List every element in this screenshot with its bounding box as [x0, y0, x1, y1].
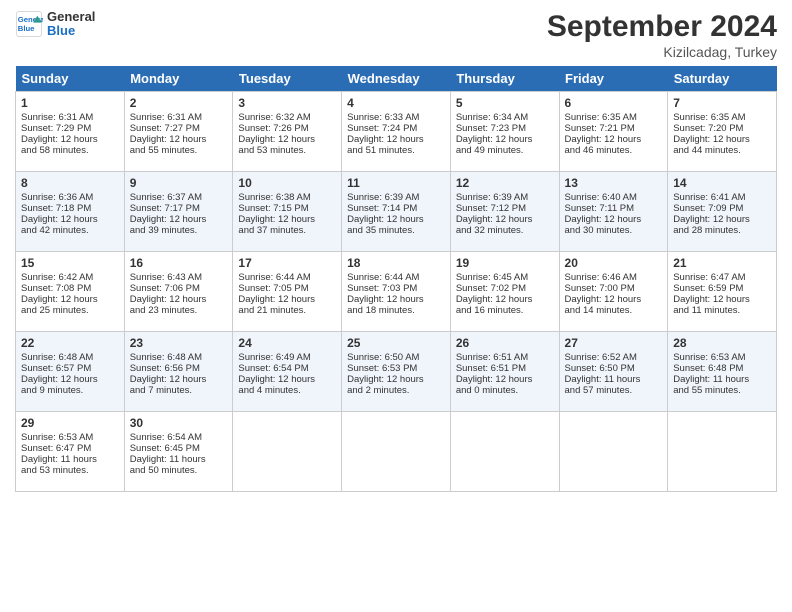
col-wednesday: Wednesday: [342, 66, 451, 92]
calendar-day-27: 27Sunrise: 6:52 AMSunset: 6:50 PMDayligh…: [559, 332, 668, 412]
month-title: September 2024: [547, 10, 777, 44]
calendar-day-empty: [559, 412, 668, 492]
location: Kizilcadag, Turkey: [547, 44, 777, 60]
calendar-day-17: 17Sunrise: 6:44 AMSunset: 7:05 PMDayligh…: [233, 252, 342, 332]
calendar-day-12: 12Sunrise: 6:39 AMSunset: 7:12 PMDayligh…: [450, 172, 559, 252]
calendar-day-5: 5Sunrise: 6:34 AMSunset: 7:23 PMDaylight…: [450, 92, 559, 172]
calendar-day-7: 7Sunrise: 6:35 AMSunset: 7:20 PMDaylight…: [668, 92, 777, 172]
calendar-day-9: 9Sunrise: 6:37 AMSunset: 7:17 PMDaylight…: [124, 172, 233, 252]
calendar-day-29: 29Sunrise: 6:53 AMSunset: 6:47 PMDayligh…: [16, 412, 125, 492]
col-thursday: Thursday: [450, 66, 559, 92]
calendar-day-10: 10Sunrise: 6:38 AMSunset: 7:15 PMDayligh…: [233, 172, 342, 252]
calendar-day-empty: [450, 412, 559, 492]
calendar-day-30: 30Sunrise: 6:54 AMSunset: 6:45 PMDayligh…: [124, 412, 233, 492]
calendar-day-16: 16Sunrise: 6:43 AMSunset: 7:06 PMDayligh…: [124, 252, 233, 332]
title-block: September 2024 Kizilcadag, Turkey: [547, 10, 777, 60]
calendar-table: Sunday Monday Tuesday Wednesday Thursday…: [15, 66, 777, 492]
calendar-day-18: 18Sunrise: 6:44 AMSunset: 7:03 PMDayligh…: [342, 252, 451, 332]
calendar-day-23: 23Sunrise: 6:48 AMSunset: 6:56 PMDayligh…: [124, 332, 233, 412]
calendar-day-4: 4Sunrise: 6:33 AMSunset: 7:24 PMDaylight…: [342, 92, 451, 172]
header: General Blue GeneralBlue September 2024 …: [15, 10, 777, 60]
calendar-day-empty: [233, 412, 342, 492]
logo-icon: General Blue: [15, 10, 43, 38]
col-tuesday: Tuesday: [233, 66, 342, 92]
logo-text: GeneralBlue: [47, 10, 95, 39]
calendar-day-28: 28Sunrise: 6:53 AMSunset: 6:48 PMDayligh…: [668, 332, 777, 412]
calendar-day-11: 11Sunrise: 6:39 AMSunset: 7:14 PMDayligh…: [342, 172, 451, 252]
logo: General Blue GeneralBlue: [15, 10, 95, 39]
col-friday: Friday: [559, 66, 668, 92]
col-saturday: Saturday: [668, 66, 777, 92]
calendar-day-19: 19Sunrise: 6:45 AMSunset: 7:02 PMDayligh…: [450, 252, 559, 332]
calendar-day-6: 6Sunrise: 6:35 AMSunset: 7:21 PMDaylight…: [559, 92, 668, 172]
calendar-day-empty: [342, 412, 451, 492]
calendar-day-3: 3Sunrise: 6:32 AMSunset: 7:26 PMDaylight…: [233, 92, 342, 172]
calendar-day-26: 26Sunrise: 6:51 AMSunset: 6:51 PMDayligh…: [450, 332, 559, 412]
calendar-day-1: 1Sunrise: 6:31 AMSunset: 7:29 PMDaylight…: [16, 92, 125, 172]
calendar-day-15: 15Sunrise: 6:42 AMSunset: 7:08 PMDayligh…: [16, 252, 125, 332]
calendar-day-empty: [668, 412, 777, 492]
col-sunday: Sunday: [16, 66, 125, 92]
header-row: Sunday Monday Tuesday Wednesday Thursday…: [16, 66, 777, 92]
calendar-day-13: 13Sunrise: 6:40 AMSunset: 7:11 PMDayligh…: [559, 172, 668, 252]
col-monday: Monday: [124, 66, 233, 92]
calendar-day-22: 22Sunrise: 6:48 AMSunset: 6:57 PMDayligh…: [16, 332, 125, 412]
calendar-day-24: 24Sunrise: 6:49 AMSunset: 6:54 PMDayligh…: [233, 332, 342, 412]
page: General Blue GeneralBlue September 2024 …: [0, 0, 792, 502]
svg-text:Blue: Blue: [18, 24, 35, 33]
calendar-day-2: 2Sunrise: 6:31 AMSunset: 7:27 PMDaylight…: [124, 92, 233, 172]
calendar-day-25: 25Sunrise: 6:50 AMSunset: 6:53 PMDayligh…: [342, 332, 451, 412]
calendar-day-8: 8Sunrise: 6:36 AMSunset: 7:18 PMDaylight…: [16, 172, 125, 252]
calendar-day-20: 20Sunrise: 6:46 AMSunset: 7:00 PMDayligh…: [559, 252, 668, 332]
calendar-day-14: 14Sunrise: 6:41 AMSunset: 7:09 PMDayligh…: [668, 172, 777, 252]
calendar-day-21: 21Sunrise: 6:47 AMSunset: 6:59 PMDayligh…: [668, 252, 777, 332]
